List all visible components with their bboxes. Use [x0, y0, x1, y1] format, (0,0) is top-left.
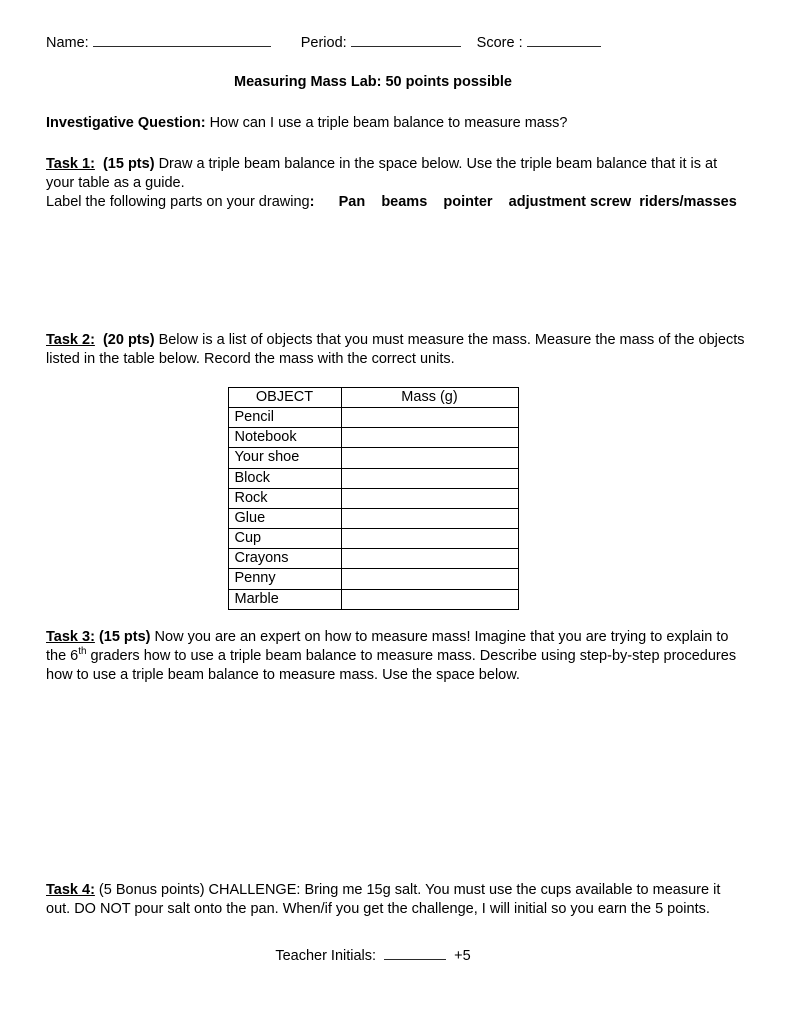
task-3-points: (15 pts): [98, 628, 151, 645]
mass-entry-cell[interactable]: [340, 406, 519, 429]
task-4-label: Task 4:: [46, 882, 95, 899]
teacher-initials-line: Teacher Initials: +5: [46, 945, 746, 966]
task-1-part-beams: beams: [381, 194, 428, 211]
task-2-points: (20 pts): [102, 331, 155, 348]
student-info-line: Name: Period: Score :: [46, 32, 746, 53]
teacher-initials-label: Teacher Initials:: [275, 948, 377, 965]
object-name-cell: Cup: [227, 528, 342, 550]
worksheet-page: Name: Period: Score : Measuring Mass Lab…: [0, 0, 791, 1024]
task-3-paragraph: Task 3: (15 pts) Now you are an expert o…: [46, 628, 746, 685]
period-input-blank[interactable]: [350, 32, 461, 47]
page-title: Measuring Mass Lab: 50 points possible: [234, 73, 512, 90]
task-1-parts-instruction: Label the following parts on your drawin…: [46, 194, 310, 211]
object-name-cell: Rock: [227, 487, 342, 509]
task-1-points: (15 pts): [102, 156, 155, 173]
mass-table-body: Pencil Notebook Your shoe Block Rock Glu…: [227, 406, 519, 610]
task-3-answer-space[interactable]: [46, 685, 746, 881]
mass-entry-cell[interactable]: [340, 507, 519, 530]
investigative-question: Investigative Question: How can I use a …: [46, 114, 746, 133]
table-row: Cup: [227, 528, 519, 550]
table-row: Crayons: [227, 548, 519, 570]
table-row: Your shoe: [227, 447, 519, 469]
task-1-label: Task 1:: [46, 156, 95, 173]
object-name-cell: Penny: [227, 568, 342, 590]
table-row: Marble: [227, 588, 519, 610]
task-1-part-adjustment-screw: adjustment screw: [508, 194, 632, 211]
score-input-blank[interactable]: [526, 32, 601, 47]
investigative-question-text: How can I use a triple beam balance to m…: [205, 115, 568, 132]
mass-table: OBJECT Mass (g) Pencil Notebook Your sho…: [227, 386, 519, 610]
table-row: Penny: [227, 568, 519, 590]
object-name-cell: Marble: [227, 588, 342, 610]
bonus-points-value: +5: [454, 948, 471, 965]
task-4-text: (5 Bonus points) CHALLENGE: Bring me 15g…: [46, 882, 721, 918]
mass-entry-cell[interactable]: [340, 467, 519, 489]
task-2-label: Task 2:: [46, 331, 95, 348]
task-2-paragraph: Task 2: (20 pts) Below is a list of obje…: [46, 331, 746, 369]
object-name-cell: Your shoe: [227, 447, 342, 469]
object-name-cell: Crayons: [227, 548, 342, 570]
mass-entry-cell[interactable]: [340, 487, 519, 509]
object-name-cell: Notebook: [227, 427, 342, 449]
investigative-question-label: Investigative Question:: [46, 115, 206, 132]
column-header-object: OBJECT: [227, 386, 342, 408]
task-3-text-part2: graders how to use a triple beam balance…: [46, 647, 737, 684]
table-row: Rock: [227, 487, 519, 509]
column-header-mass: Mass (g): [340, 386, 519, 408]
object-name-cell: Glue: [227, 507, 342, 530]
task-1-label-parts-line: Label the following parts on your drawin…: [46, 193, 746, 212]
mass-table-wrapper: OBJECT Mass (g) Pencil Notebook Your sho…: [46, 386, 746, 610]
mass-entry-cell[interactable]: [340, 548, 519, 570]
score-label: Score :: [476, 34, 523, 51]
table-row: Block: [227, 467, 519, 489]
worksheet-content: Name: Period: Score : Measuring Mass Lab…: [46, 32, 746, 966]
object-name-cell: Pencil: [227, 406, 342, 429]
mass-entry-cell[interactable]: [340, 588, 519, 610]
task-1-paragraph: Task 1: (15 pts) Draw a triple beam bala…: [46, 155, 746, 193]
mass-entry-cell[interactable]: [340, 528, 519, 550]
table-row: Notebook: [227, 427, 519, 449]
mass-entry-cell[interactable]: [340, 447, 519, 469]
object-name-cell: Block: [227, 467, 342, 489]
task-1-part-pointer: pointer: [443, 194, 493, 211]
task-1-drawing-space[interactable]: [46, 213, 746, 331]
period-label: Period:: [300, 34, 347, 51]
mass-entry-cell[interactable]: [340, 568, 519, 590]
table-row: Pencil: [227, 406, 519, 429]
task-1-part-pan: Pan: [338, 194, 366, 211]
task-4-paragraph: Task 4: (5 Bonus points) CHALLENGE: Brin…: [46, 881, 746, 919]
name-label: Name:: [46, 34, 89, 51]
task-1-part-riders-masses: riders/masses: [639, 194, 737, 211]
table-header-row: OBJECT Mass (g): [227, 386, 519, 408]
teacher-initials-blank[interactable]: [384, 945, 447, 961]
name-input-blank[interactable]: [92, 32, 271, 47]
task-3-label: Task 3:: [46, 628, 95, 645]
mass-entry-cell[interactable]: [340, 427, 519, 449]
table-row: Glue: [227, 507, 519, 530]
